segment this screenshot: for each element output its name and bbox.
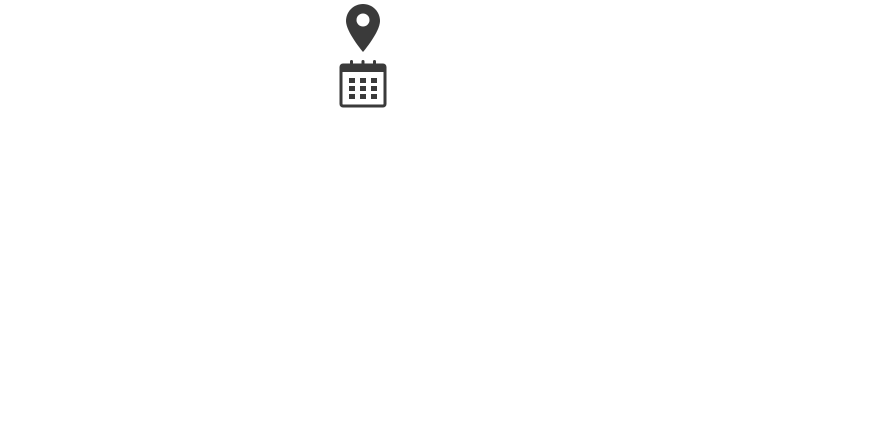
page-canvas — [0, 0, 896, 448]
map-pin-icon[interactable] — [345, 3, 381, 53]
icon-stack — [338, 3, 388, 109]
calendar-icon[interactable] — [338, 59, 388, 109]
